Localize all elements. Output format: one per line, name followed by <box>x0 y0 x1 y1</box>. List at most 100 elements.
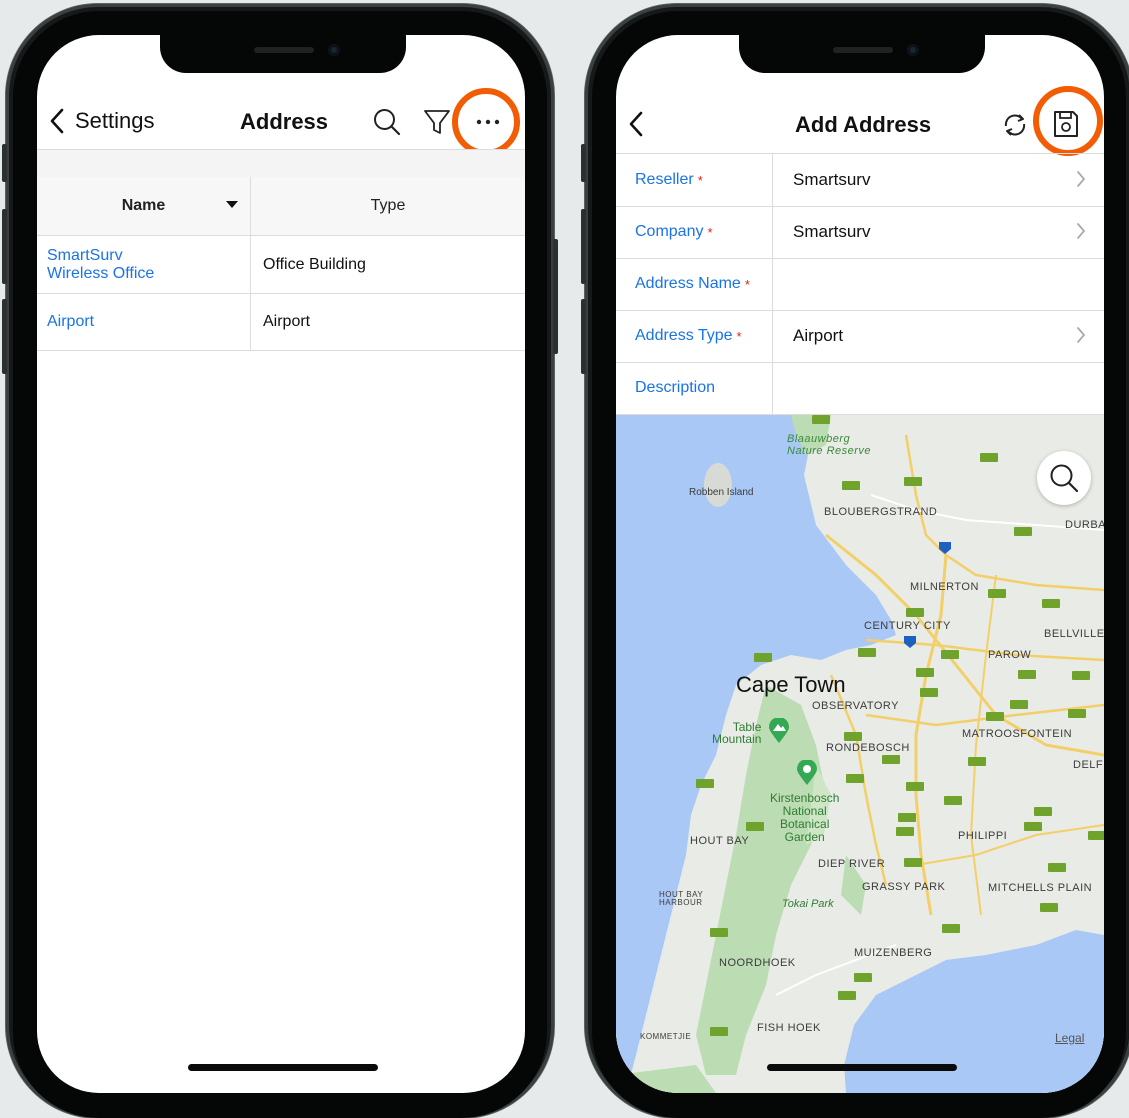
map-label: CENTURY CITY <box>864 620 951 632</box>
route-badge <box>1034 807 1052 816</box>
reseller-value[interactable]: Smartsurv <box>773 154 1104 206</box>
required-marker: * <box>697 172 703 188</box>
home-indicator[interactable] <box>188 1064 378 1071</box>
table-row[interactable]: SmartSurv Wireless Office Office Buildin… <box>37 235 525 294</box>
back-label: Settings <box>75 108 155 133</box>
description-row[interactable]: Description <box>616 362 1104 415</box>
address-type-row[interactable]: Address Type * Airport <box>616 310 1104 363</box>
map-label: OBSERVATORY <box>812 700 900 712</box>
map-label: Blaauwberg Nature Reserve <box>787 433 872 457</box>
route-badge <box>986 712 1004 721</box>
filter-button[interactable] <box>423 108 451 136</box>
description-field[interactable] <box>773 362 1104 414</box>
address-name-row[interactable]: Address Name * <box>616 258 1104 311</box>
route-badge <box>1072 671 1090 680</box>
column-header-name[interactable]: Name <box>37 177 251 236</box>
route-badge <box>746 822 764 831</box>
map-label: DURBA <box>1065 519 1104 531</box>
back-button[interactable] <box>628 111 644 137</box>
table-row[interactable]: Airport Airport <box>37 293 525 351</box>
route-badge <box>1042 599 1060 608</box>
map-label: FISH HOEK <box>757 1022 821 1034</box>
name-cell[interactable]: SmartSurv Wireless Office <box>37 235 251 294</box>
search-icon <box>1050 464 1079 493</box>
reseller-label: Reseller <box>635 171 694 188</box>
route-badge <box>1018 670 1036 679</box>
highlight-ring <box>452 88 520 156</box>
map-label: MILNERTON <box>910 581 979 593</box>
field-label: Reseller * <box>616 154 773 206</box>
page-title: Add Address <box>795 112 932 137</box>
route-badge <box>1014 527 1032 536</box>
search-icon <box>374 109 401 136</box>
type-cell: Airport <box>250 293 525 351</box>
notch <box>160 35 406 73</box>
map-label: DIEP RIVER <box>818 858 886 870</box>
address-name-field[interactable] <box>773 258 1104 310</box>
route-badge <box>920 688 938 697</box>
map-label: PHILIPPI <box>958 830 1008 842</box>
refresh-button[interactable] <box>1002 112 1028 138</box>
table-header: Name Type <box>37 177 525 236</box>
address-type: Office Building <box>263 255 366 273</box>
volume-up-button <box>2 209 7 284</box>
address-name-link[interactable]: Airport <box>47 313 94 330</box>
left-phone-frame: Settings Address Name Type SmartSurv Wir… <box>2 4 558 1118</box>
route-badge <box>844 732 862 741</box>
search-button[interactable] <box>372 107 402 137</box>
power-button <box>553 239 558 354</box>
volume-up-button <box>581 209 586 284</box>
back-button[interactable]: Settings <box>49 108 155 134</box>
column-label: Name <box>121 197 166 214</box>
address-type-value[interactable]: Airport <box>773 310 1104 362</box>
map-view[interactable]: Blaauwberg Nature Reserve Robben Island … <box>616 415 1104 1093</box>
field-label: Address Type * <box>616 310 773 362</box>
type-cell: Office Building <box>250 235 525 294</box>
right-screen: Add Address Reseller * Smartsurv Company *… <box>616 35 1104 1093</box>
address-name-link[interactable]: SmartSurv Wireless Office <box>47 247 249 283</box>
route-badge <box>838 991 856 1000</box>
map-search-button[interactable] <box>1037 451 1091 505</box>
mute-switch <box>2 144 7 182</box>
route-badge <box>710 1027 728 1036</box>
garden-pin-icon <box>797 760 817 785</box>
legal-link[interactable]: Legal <box>1055 1031 1084 1045</box>
sort-down-icon <box>226 201 238 208</box>
route-badge <box>1048 863 1066 872</box>
route-badge <box>696 779 714 788</box>
description-label: Description <box>635 379 716 396</box>
address-table: Name Type SmartSurv Wireless Office Offi… <box>37 177 525 351</box>
route-badge <box>858 648 876 657</box>
chevron-left-icon <box>629 111 643 137</box>
field-value: Smartsurv <box>793 170 871 189</box>
mute-switch <box>581 144 586 182</box>
name-cell[interactable]: Airport <box>37 293 251 351</box>
map-label: HOUT BAY HARBOUR <box>659 890 704 907</box>
route-badge <box>710 928 728 937</box>
map-label: KOMMETJIE <box>640 1032 692 1041</box>
route-badge <box>896 827 914 836</box>
route-badge <box>904 477 922 486</box>
highlight-ring <box>1033 86 1103 156</box>
map-label: Table Mountain <box>712 720 762 746</box>
reseller-row[interactable]: Reseller * Smartsurv <box>616 154 1104 207</box>
route-shield-icon <box>939 542 951 554</box>
map-label: BLOUBERGSTRAND <box>824 506 938 518</box>
route-badge <box>1068 709 1086 718</box>
route-badge <box>941 650 959 659</box>
chevron-left-icon <box>50 108 64 134</box>
route-badge <box>1040 903 1058 912</box>
divider-strip <box>37 149 525 178</box>
company-value[interactable]: Smartsurv <box>773 206 1104 258</box>
map-label: Kirstenbosch National Botanical Garden <box>770 791 840 844</box>
route-badge <box>812 415 830 424</box>
route-badge <box>906 782 924 791</box>
mountain-pin-icon <box>769 718 789 743</box>
address-type-label: Address Type <box>635 327 733 344</box>
map-label: HOUT BAY <box>690 835 750 847</box>
home-indicator[interactable] <box>767 1064 957 1071</box>
column-header-type[interactable]: Type <box>250 177 525 236</box>
route-badge <box>846 774 864 783</box>
route-badge <box>898 813 916 822</box>
company-row[interactable]: Company * Smartsurv <box>616 206 1104 259</box>
